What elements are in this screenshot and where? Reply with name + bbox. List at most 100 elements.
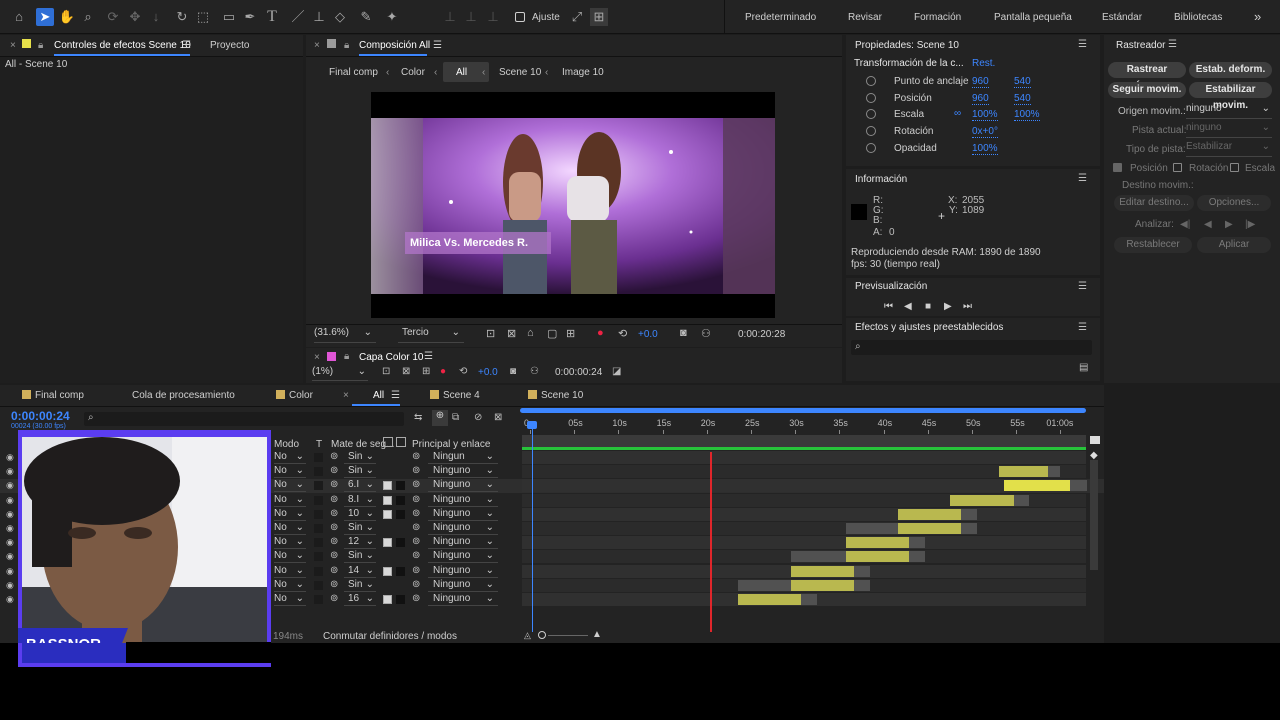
prop-value-x[interactable]: 960: [972, 76, 989, 88]
cti-handle[interactable]: [527, 421, 537, 429]
matte-link-icon[interactable]: ⊚: [330, 536, 338, 547]
mask-visibility-icon[interactable]: ⌂: [527, 327, 534, 339]
eye-icon[interactable]: ◉: [6, 580, 14, 591]
comp-viewer[interactable]: Milica Vs. Mercedes R.: [371, 92, 775, 318]
matte-link-icon[interactable]: ⊚: [330, 565, 338, 576]
pick-whip-icon[interactable]: ⊚: [412, 550, 420, 561]
panel-menu-icon[interactable]: ☰: [1078, 281, 1087, 292]
snapshot-icon[interactable]: ◙: [510, 366, 516, 377]
last-frame-icon[interactable]: ⏭: [963, 301, 972, 312]
preserve-transparency-toggle[interactable]: [314, 467, 323, 477]
eye-icon[interactable]: ◉: [6, 509, 14, 520]
workspace-formacion[interactable]: Formación: [914, 12, 961, 23]
axis-local-icon[interactable]: ⊥: [441, 8, 459, 26]
orbit-camera-icon[interactable]: ⟳: [104, 8, 122, 26]
close-icon[interactable]: ×: [343, 390, 349, 401]
render-icon[interactable]: ◪: [612, 366, 621, 377]
workspace-pantalla-pequena[interactable]: Pantalla pequeña: [994, 12, 1072, 23]
parent-dropdown[interactable]: Ninguno ⌄: [428, 479, 498, 493]
snapshot-icon[interactable]: ◙: [680, 327, 687, 339]
fast-preview-icon[interactable]: ⊡: [486, 327, 495, 340]
lock-icon[interactable]: 🔒︎: [38, 40, 43, 51]
pan-camera-icon[interactable]: ✥: [126, 8, 144, 26]
lock-icon[interactable]: 🔒︎: [344, 351, 349, 362]
channel-rgb-icon[interactable]: ●: [597, 327, 604, 339]
scale-checkbox[interactable]: [1230, 163, 1239, 172]
pick-whip-icon[interactable]: ⊚: [412, 508, 420, 519]
zoom-in-icon[interactable]: ▲: [592, 629, 602, 640]
matte-link-icon[interactable]: ⊚: [330, 451, 338, 462]
panel-menu-icon[interactable]: ☰: [391, 390, 400, 401]
transform-section-title[interactable]: Transformación de la c...: [854, 58, 964, 69]
track-matte-dropdown[interactable]: 12 ⌄: [344, 536, 376, 550]
eye-icon[interactable]: ◉: [6, 594, 14, 605]
prop-value[interactable]: 100%: [972, 143, 998, 155]
pick-whip-icon[interactable]: ⊚: [412, 536, 420, 547]
constrain-link-icon[interactable]: ∞: [954, 108, 961, 119]
snap-icon[interactable]: ⤢: [568, 8, 586, 26]
current-track-dropdown[interactable]: ninguno ⌄: [1186, 122, 1272, 138]
track-matte-dropdown[interactable]: Sin ⌄: [344, 550, 376, 564]
layer-active-segment[interactable]: [845, 537, 910, 549]
parent-dropdown[interactable]: Ninguno ⌄: [428, 579, 498, 592]
new-preset-icon[interactable]: ▤: [1079, 362, 1088, 373]
layer-active-segment[interactable]: [845, 551, 910, 563]
exposure-value[interactable]: +0.0: [638, 329, 658, 340]
timeline-nav-bar[interactable]: [522, 435, 1086, 447]
grid-guides-icon[interactable]: ⊞: [422, 366, 430, 377]
workspace-predeterminado[interactable]: Predeterminado: [745, 12, 816, 23]
timeline-timecode[interactable]: 0:00:00:24: [11, 409, 70, 423]
panel-menu-icon[interactable]: ☰: [182, 40, 191, 51]
matte-invert-toggle[interactable]: [396, 566, 405, 576]
puppet-pin-icon[interactable]: ✦: [383, 8, 401, 26]
matte-link-icon[interactable]: ⊚: [330, 508, 338, 519]
layer-mode-dropdown[interactable]: No ⌄: [274, 536, 306, 550]
preserve-transparency-toggle[interactable]: [314, 538, 323, 548]
zoom-dropdown[interactable]: (31.6%) ⌄: [314, 327, 376, 343]
layer-zoom-dropdown[interactable]: (1%) ⌄: [312, 366, 368, 381]
tab-project[interactable]: Proyecto: [210, 40, 249, 51]
layer-active-segment[interactable]: [1003, 480, 1071, 492]
reset-exposure-icon[interactable]: ⟲: [459, 366, 467, 377]
parent-dropdown[interactable]: Ninguno ⌄: [428, 536, 498, 550]
pen-tool-icon[interactable]: ✒: [241, 8, 259, 26]
layer-mode-dropdown[interactable]: No ⌄: [274, 550, 306, 564]
reset-transform-link[interactable]: Rest.: [972, 58, 995, 69]
tab-all[interactable]: All: [373, 390, 384, 401]
analyze-backward-icon[interactable]: ◀: [1204, 219, 1212, 230]
parent-dropdown[interactable]: Ninguno ⌄: [428, 593, 498, 606]
layer-active-segment[interactable]: [897, 523, 962, 534]
region-of-interest-icon[interactable]: ▢: [547, 327, 557, 340]
brush-tool-icon[interactable]: ／: [289, 8, 307, 26]
layer-mode-dropdown[interactable]: No ⌄: [274, 465, 306, 479]
timeline-scrollbar[interactable]: [1090, 460, 1098, 570]
matte-alpha-toggle[interactable]: [383, 538, 392, 548]
matte-link-icon[interactable]: ⊚: [330, 465, 338, 476]
matte-alpha-toggle[interactable]: [383, 566, 392, 576]
zoom-out-icon[interactable]: ◬: [524, 630, 531, 641]
transparency-grid-icon[interactable]: ⊠: [402, 366, 410, 377]
snap-checkbox[interactable]: [515, 12, 525, 22]
parent-dropdown[interactable]: Ninguno ⌄: [428, 565, 498, 578]
matte-invert-toggle[interactable]: [396, 595, 405, 604]
first-frame-icon[interactable]: ⏮: [884, 301, 893, 312]
track-camera-button[interactable]: Rastrear cámara: [1108, 62, 1186, 91]
tab-composition[interactable]: Composición All: [359, 40, 430, 51]
track-matte-dropdown[interactable]: 6.I ⌄: [344, 479, 376, 493]
prop-value-y[interactable]: 540: [1014, 76, 1031, 88]
matte-invert-toggle[interactable]: [396, 495, 405, 505]
preserve-transparency-toggle[interactable]: [314, 524, 323, 533]
rotation-checkbox[interactable]: [1173, 163, 1182, 172]
transparency-grid-icon[interactable]: ⊠: [507, 327, 516, 340]
comp-flowchart-icon[interactable]: ⇆: [414, 412, 422, 423]
reset-button[interactable]: Restablecer: [1114, 237, 1192, 253]
eye-icon[interactable]: ◉: [6, 480, 14, 491]
parent-dropdown[interactable]: Ningun ⌄: [428, 451, 498, 464]
preserve-transparency-toggle[interactable]: [314, 495, 323, 505]
stopwatch-icon[interactable]: [866, 93, 876, 103]
prop-value-x[interactable]: 960: [972, 93, 989, 105]
matte-invert-toggle[interactable]: [396, 538, 405, 548]
breadcrumb-all[interactable]: All: [456, 67, 467, 78]
parent-dropdown[interactable]: Ninguno ⌄: [428, 522, 498, 535]
preserve-transparency-toggle[interactable]: [314, 481, 323, 491]
